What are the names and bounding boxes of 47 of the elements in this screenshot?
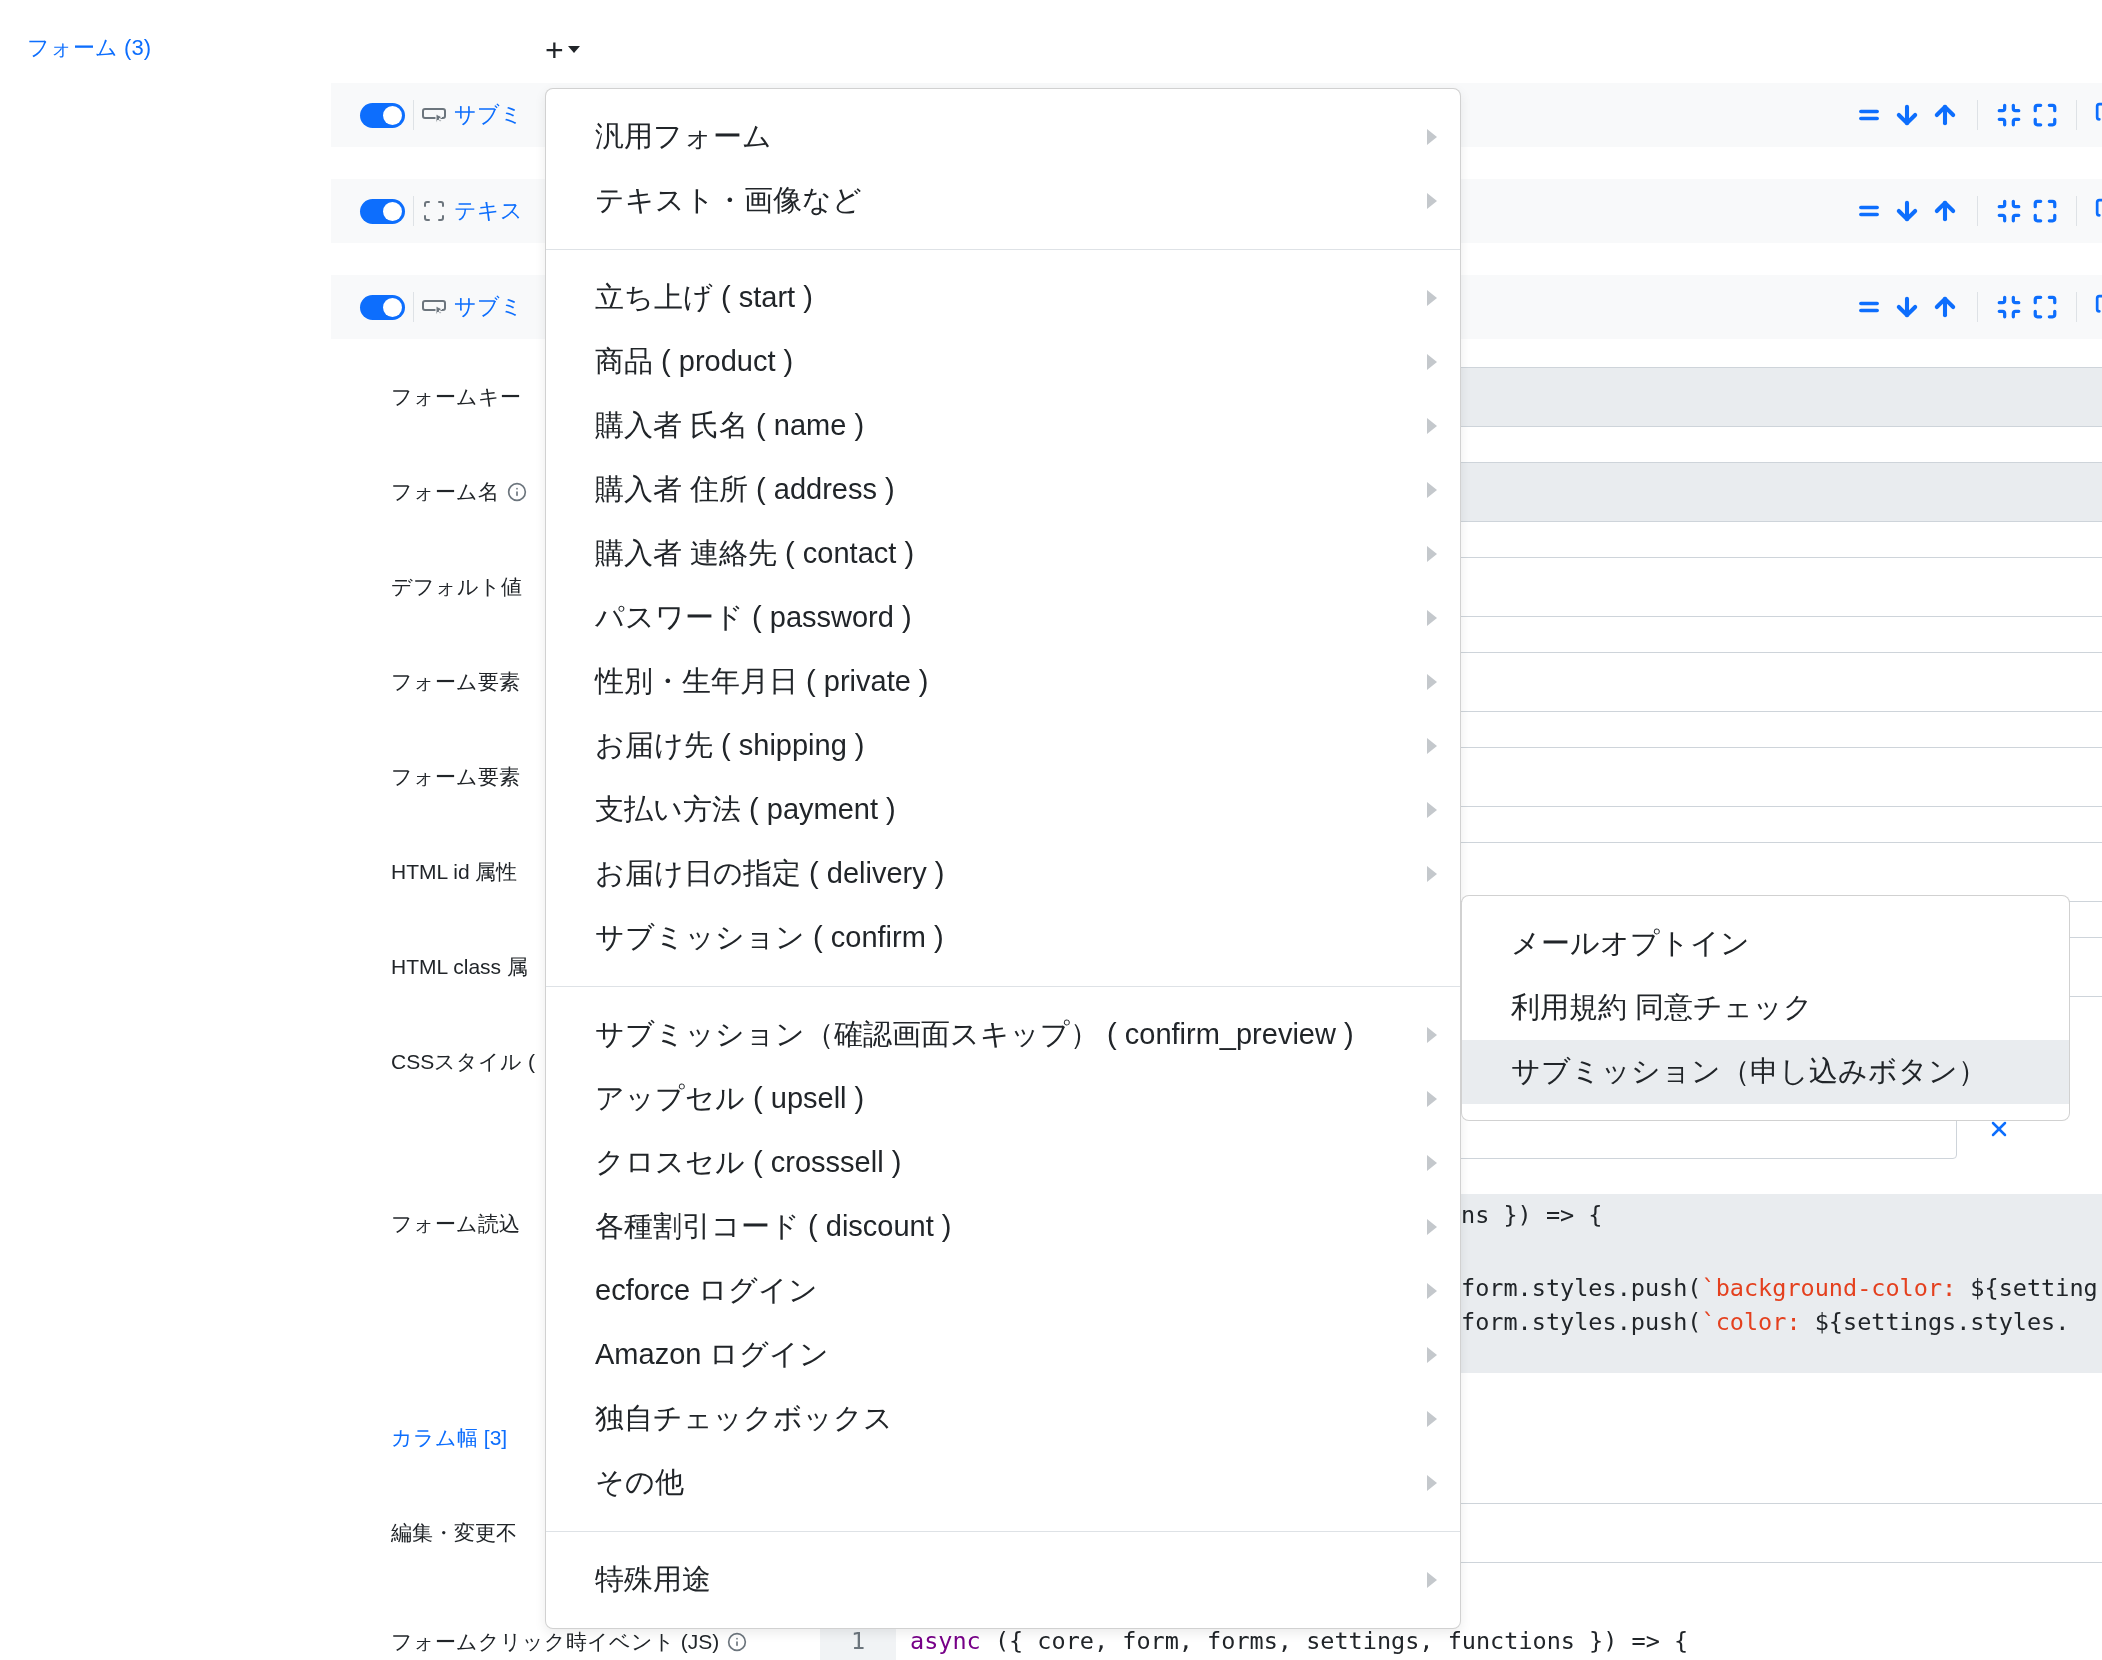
code-line: ns }) => { [1461, 1200, 1604, 1231]
menu-item[interactable]: その他 [546, 1451, 1460, 1515]
menu-item[interactable]: 支払い方法 ( payment ) [546, 778, 1460, 842]
menu-item[interactable]: 利用規約 同意チェック [1462, 976, 2069, 1040]
code-line: form.styles.push(`background-color: ${setting [1461, 1273, 2099, 1304]
menu-item[interactable]: サブミッション ( confirm ) [546, 906, 1460, 970]
menu-item[interactable]: サブミッション（確認画面スキップ） ( confirm_preview ) [546, 1003, 1460, 1067]
menu-item[interactable]: 性別・生年月日 ( private ) [546, 650, 1460, 714]
line-number: 1 [849, 1626, 867, 1657]
menu-item[interactable]: クロスセル ( crosssell ) [546, 1131, 1460, 1195]
menu-item[interactable]: お届け日の指定 ( delivery ) [546, 842, 1460, 906]
field-label: フォーム要素 [391, 669, 520, 695]
column-width-link[interactable]: カラム幅 [3] [391, 1424, 508, 1452]
menu-item[interactable]: サブミッション（申し込みボタン） [1462, 1040, 2069, 1104]
menu-item[interactable]: 特殊用途 [546, 1548, 1460, 1612]
field-label: HTML class 属 [391, 954, 528, 980]
code-line: async ({ core, form, forms, settings, functions }) => { [910, 1626, 1689, 1657]
form-title-link[interactable]: テキス [454, 196, 523, 226]
menu-item[interactable]: ecforce ログイン [546, 1259, 1460, 1323]
field-label: フォーム名 [391, 479, 499, 505]
menu-item[interactable]: アップセル ( upsell ) [546, 1067, 1460, 1131]
menu-item[interactable]: パスワード ( password ) [546, 586, 1460, 650]
menu-item[interactable]: 商品 ( product ) [546, 330, 1460, 394]
add-button[interactable]: + [541, 34, 584, 66]
field-label: HTML id 属性 [391, 859, 518, 885]
forms-link[interactable]: フォーム (3) [27, 35, 151, 60]
menu-item[interactable]: テキスト・画像など [546, 169, 1460, 233]
menu-item[interactable]: Amazon ログイン [546, 1323, 1460, 1387]
field-label: 編集・変更不 [391, 1520, 517, 1546]
menu-item[interactable]: 購入者 氏名 ( name ) [546, 394, 1460, 458]
menu-item[interactable]: お届け先 ( shipping ) [546, 714, 1460, 778]
menu-item[interactable]: 汎用フォーム [546, 105, 1460, 169]
form-title-link[interactable]: サブミ [454, 100, 523, 130]
menu-item[interactable]: 独自チェックボックス [546, 1387, 1460, 1451]
menu-item[interactable]: 購入者 連絡先 ( contact ) [546, 522, 1460, 586]
field-label: CSSスタイル ( [391, 1049, 535, 1075]
field-label: フォーム要素 [391, 764, 520, 790]
code-line: form.styles.push(`color: ${settings.styles. [1461, 1307, 2071, 1338]
menu-item[interactable]: 各種割引コード ( discount ) [546, 1195, 1460, 1259]
menu-item[interactable]: メールオプトイン [1462, 912, 2069, 976]
menu-item[interactable]: 購入者 住所 ( address ) [546, 458, 1460, 522]
form-title-link[interactable]: サブミ [454, 292, 523, 322]
field-label: デフォルト値 [391, 574, 522, 600]
field-label: フォームキー [391, 384, 521, 410]
menu-item[interactable]: 立ち上げ ( start ) [546, 266, 1460, 330]
field-label: フォーム読込 [391, 1211, 520, 1237]
field-label: フォームクリック時イベント (JS) [391, 1629, 720, 1655]
